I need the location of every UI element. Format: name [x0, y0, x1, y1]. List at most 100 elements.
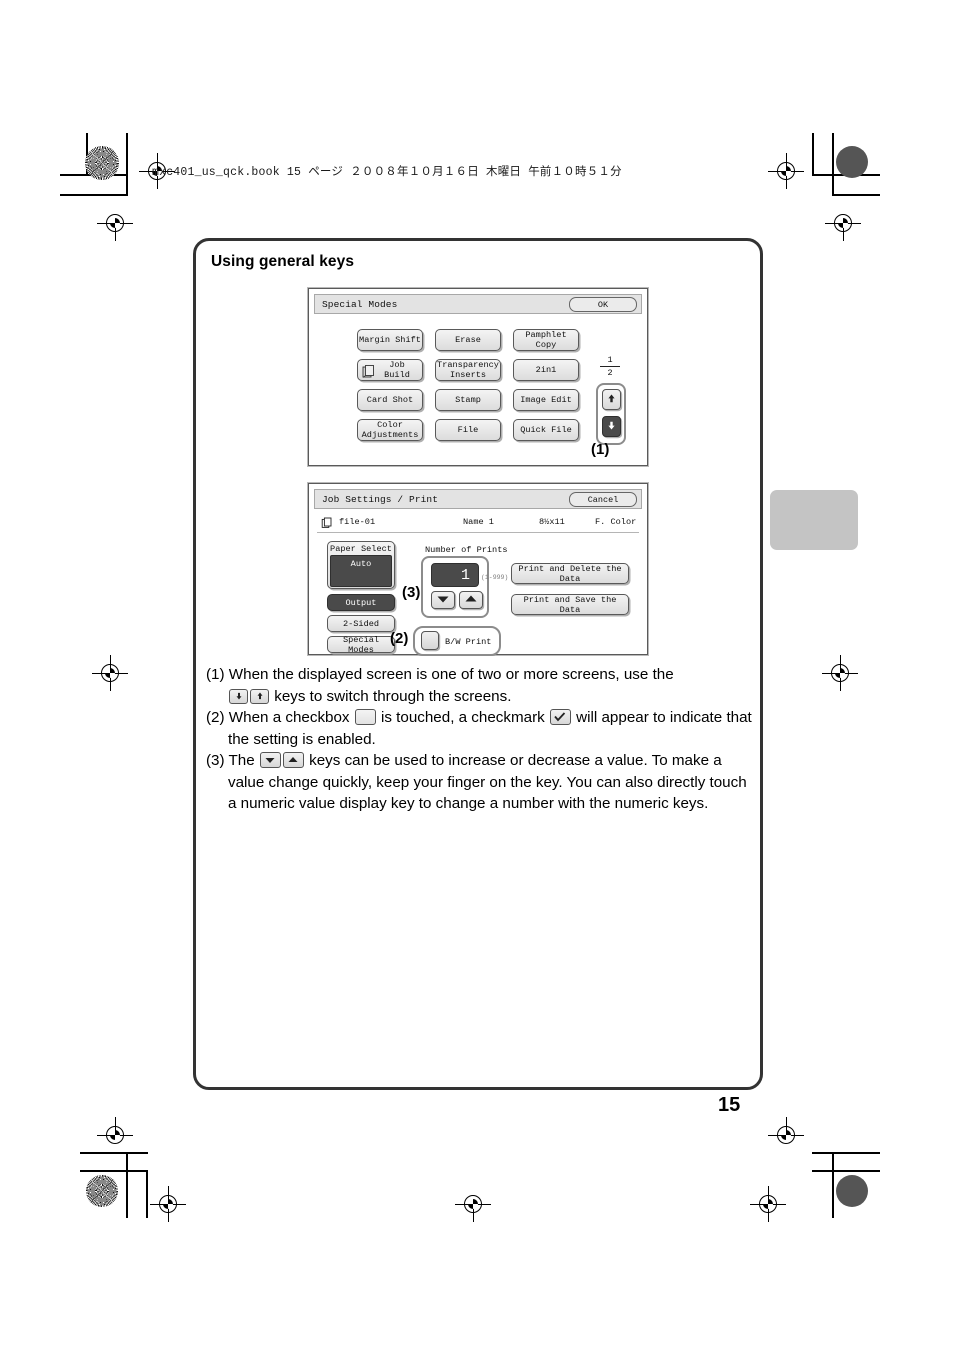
arrow-down-icon — [229, 688, 248, 704]
key-label: Pamphlet Copy — [525, 330, 567, 350]
crop-line — [80, 1170, 148, 1172]
screen-up-button[interactable] — [602, 389, 621, 410]
key-file[interactable]: File — [435, 419, 501, 441]
print-calibration-circle — [836, 1175, 868, 1207]
checkmark-icon — [549, 709, 571, 725]
key-label: Image Edit — [520, 395, 572, 405]
two-sided-button[interactable]: 2-Sided — [327, 615, 395, 632]
instruction-text-a: When a checkbox — [228, 709, 354, 726]
instruction-item-3: (3) The keys can be used to increase or … — [206, 750, 752, 815]
crop-line — [812, 1152, 880, 1154]
bw-print-checkbox[interactable] — [421, 631, 439, 650]
registration-mark — [750, 1186, 786, 1222]
crop-line — [126, 1152, 128, 1218]
key-label-line2: Build — [384, 370, 410, 380]
page-indicator: 1 2 — [600, 355, 620, 378]
registration-mark — [97, 205, 133, 241]
book-file-header: mxc401_us_qck.book 15 ページ ２００８年１０月１６日 木曜… — [152, 166, 622, 179]
instruction-number: (2) — [206, 709, 225, 726]
job-info-row: file-01 Name 1 8½x11 F. Color — [317, 513, 639, 533]
key-stamp[interactable]: Stamp — [435, 389, 501, 411]
key-quick-file[interactable]: Quick File — [513, 419, 579, 441]
number-of-prints-up-button[interactable] — [459, 591, 483, 609]
number-of-prints-label: Number of Prints — [425, 545, 508, 555]
key-pamphlet-copy[interactable]: Pamphlet Copy — [513, 329, 579, 351]
job-build-icon — [362, 364, 377, 379]
triangle-up-icon — [464, 591, 478, 609]
registration-mark — [768, 1117, 804, 1153]
registration-mark — [768, 153, 804, 189]
crop-line — [812, 1170, 880, 1172]
job-user-name: Name 1 — [463, 517, 494, 527]
key-label: Stamp — [455, 395, 481, 405]
screen-down-button[interactable] — [602, 416, 621, 437]
key-2in1[interactable]: 2in1 — [513, 359, 579, 381]
crop-line — [146, 1170, 148, 1218]
crop-line — [832, 133, 834, 196]
arrow-up-icon — [606, 391, 617, 409]
key-transparency-inserts[interactable]: Transparency Inserts — [435, 359, 501, 381]
page-indicator-total: 2 — [607, 368, 613, 378]
callout-2: (2) — [390, 630, 409, 647]
paper-select-value: Auto — [330, 555, 392, 587]
key-label-line2: Adjustments — [361, 430, 419, 440]
key-label-line1: Color — [377, 420, 403, 430]
number-of-prints-down-button[interactable] — [431, 591, 455, 609]
triangle-down-icon — [259, 752, 281, 768]
instruction-number: (1) — [206, 666, 225, 683]
job-settings-titlebar: Job Settings / Print Cancel — [314, 489, 642, 509]
page-number: 15 — [718, 1094, 741, 1116]
instruction-text-a: The — [228, 752, 259, 769]
print-and-delete-button[interactable]: Print and Delete the Data — [511, 563, 629, 584]
key-label: Quick File — [520, 425, 572, 435]
job-settings-title: Job Settings / Print — [322, 493, 439, 505]
paper-select-button[interactable]: Paper Select Auto — [327, 541, 395, 589]
key-erase[interactable]: Erase — [435, 329, 501, 351]
job-color-mode: F. Color — [595, 517, 637, 527]
page-title: Using general keys — [211, 253, 355, 270]
key-label-line1: Job — [389, 360, 405, 370]
crop-line — [126, 133, 128, 196]
cancel-button[interactable]: Cancel — [569, 492, 637, 507]
print-calibration-starburst — [86, 1175, 118, 1207]
instructions-block: (1) When the displayed screen is one of … — [206, 664, 752, 815]
paper-select-label: Paper Select — [330, 544, 392, 554]
key-card-shot[interactable]: Card Shot — [357, 389, 423, 411]
two-sided-label: 2-Sided — [342, 618, 380, 629]
triangle-down-icon — [436, 591, 450, 609]
registration-mark — [822, 655, 858, 691]
instruction-number: (3) — [206, 752, 225, 769]
registration-mark — [825, 205, 861, 241]
document-file-icon — [321, 517, 333, 529]
number-of-prints-display[interactable]: 1 — [431, 563, 479, 587]
ok-button[interactable]: OK — [569, 297, 637, 312]
print-and-save-label: Print and Save the Data — [523, 594, 617, 615]
registration-mark — [97, 1117, 133, 1153]
key-color-adjustments[interactable]: Color Adjustments — [357, 419, 423, 441]
key-label-line1: Transparency — [437, 360, 499, 370]
callout-1: (1) — [591, 441, 610, 458]
registration-mark — [455, 1186, 491, 1222]
key-label: 2in1 — [535, 365, 557, 375]
key-margin-shift[interactable]: Margin Shift — [357, 329, 423, 351]
crop-line — [832, 1152, 834, 1218]
output-button[interactable]: Output — [327, 594, 395, 611]
special-modes-title: Special Modes — [322, 298, 398, 310]
key-label: Erase — [455, 335, 481, 345]
special-modes-titlebar: Special Modes OK — [314, 294, 642, 314]
key-job-build[interactable]: Job Build — [357, 359, 423, 381]
instruction-item-1: (1) When the displayed screen is one of … — [206, 664, 752, 707]
key-image-edit[interactable]: Image Edit — [513, 389, 579, 411]
job-file-name: file-01 — [339, 517, 376, 527]
key-label-line2: Inserts — [449, 370, 487, 380]
key-label: Margin Shift — [359, 335, 421, 345]
arrow-down-icon — [606, 418, 617, 436]
crop-line — [812, 133, 814, 175]
bw-print-label: B/W Print — [445, 637, 492, 647]
special-modes-button[interactable]: Special Modes — [327, 634, 395, 655]
page-indicator-current: 1 — [607, 355, 613, 365]
special-modes-label: Special Modes — [342, 634, 380, 655]
crop-line — [832, 194, 880, 196]
print-and-save-button[interactable]: Print and Save the Data — [511, 594, 629, 615]
special-modes-screen: Special Modes OK Margin Shift Erase Pamp… — [308, 288, 648, 466]
